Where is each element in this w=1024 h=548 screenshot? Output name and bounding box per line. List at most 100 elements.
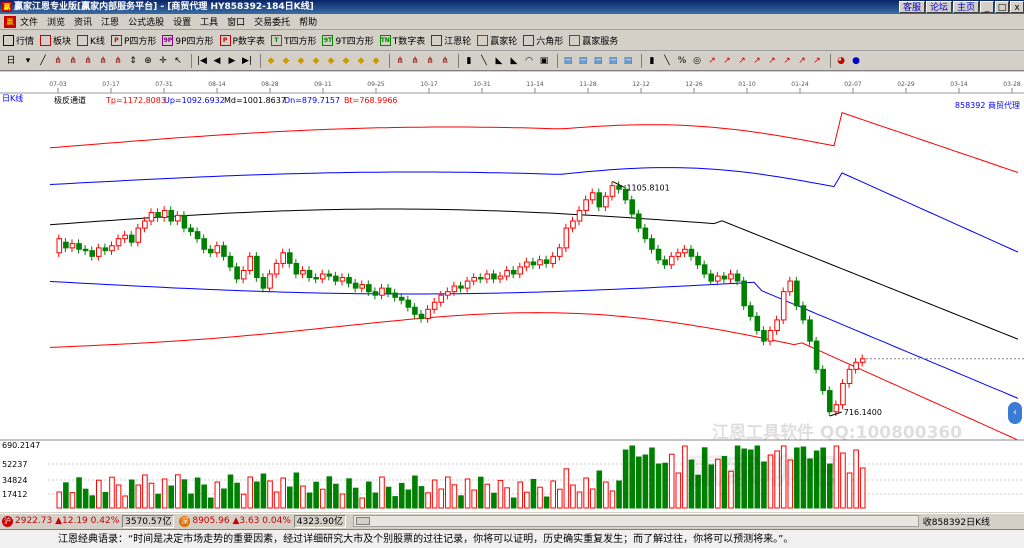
fork-icon[interactable]: ⋔ xyxy=(67,55,79,67)
toolbar-button-3[interactable]: P P四方形 xyxy=(110,34,156,47)
candle-body xyxy=(596,192,603,208)
pie-icon[interactable]: ◕ xyxy=(835,55,847,67)
volume-bar xyxy=(596,470,603,509)
chart-icon[interactable]: ▤ xyxy=(592,55,604,67)
menu-gann[interactable]: 江恩 xyxy=(101,15,119,28)
line-icon[interactable]: ╲ xyxy=(661,55,673,67)
fork-icon[interactable]: ⋔ xyxy=(394,55,406,67)
toolbar-button-7[interactable]: 9T 9T四方形 xyxy=(322,34,374,47)
prev-icon[interactable]: ◀ xyxy=(211,55,223,67)
trend-icon[interactable]: ↗ xyxy=(706,55,718,67)
arc-icon[interactable]: ◠ xyxy=(523,55,535,67)
period-selector[interactable]: 日 xyxy=(3,55,19,67)
menu-file[interactable]: 文件 xyxy=(20,15,38,28)
scroll-right-icon[interactable]: ‹ xyxy=(1008,402,1022,424)
volume-bar xyxy=(616,480,622,509)
fan-icon[interactable]: ◣ xyxy=(493,55,505,67)
toolbar-separator xyxy=(830,54,831,68)
diamond-icon[interactable]: ◆ xyxy=(325,55,337,67)
menu-browse[interactable]: 浏览 xyxy=(47,15,65,28)
last-icon[interactable]: ▶| xyxy=(241,55,253,67)
bar-icon[interactable]: ▮ xyxy=(463,55,475,67)
date-tick-label: 12-12 xyxy=(632,81,650,88)
toolbar-button-8[interactable]: TN T数字表 xyxy=(379,34,425,47)
candle-body xyxy=(668,255,675,266)
fork-icon[interactable]: ⋔ xyxy=(97,55,109,67)
cycle-icon[interactable]: ◎ xyxy=(691,55,703,67)
toolbar-button-0[interactable]: 行情 xyxy=(3,34,34,47)
toolbar-button-12[interactable]: 赢家服务 xyxy=(569,34,618,47)
cross-icon[interactable]: ✛ xyxy=(157,55,169,67)
trend-icon[interactable]: ↗ xyxy=(766,55,778,67)
maximize-button[interactable]: □ xyxy=(995,1,1009,13)
diamond-icon[interactable]: ◆ xyxy=(295,55,307,67)
fork-icon[interactable]: ⋔ xyxy=(112,55,124,67)
candle-body xyxy=(833,404,840,413)
percent-icon[interactable]: % xyxy=(676,55,688,67)
menu-trade[interactable]: 交易委托 xyxy=(254,15,290,28)
menu-formula-screen[interactable]: 公式选股 xyxy=(128,15,164,28)
toolbar-button-11[interactable]: 六角形 xyxy=(523,34,563,47)
cursor-icon[interactable]: ↖ xyxy=(172,55,184,67)
link-homepage[interactable]: 主页 xyxy=(952,1,979,13)
fork-icon[interactable]: ⋔ xyxy=(82,55,94,67)
chart-icon[interactable]: ▤ xyxy=(562,55,574,67)
fan-icon[interactable]: ◣ xyxy=(508,55,520,67)
fork-icon[interactable]: ⋔ xyxy=(52,55,64,67)
bar-icon[interactable]: ▮ xyxy=(646,55,658,67)
menu-settings[interactable]: 设置 xyxy=(173,15,191,28)
trend-icon[interactable]: ↗ xyxy=(721,55,733,67)
toolbar-button-2[interactable]: K线 xyxy=(77,34,105,47)
volume-bar xyxy=(142,474,148,509)
menu-window[interactable]: 窗口 xyxy=(227,15,245,28)
minimize-button[interactable]: _ xyxy=(980,1,994,13)
trend-icon[interactable]: ↗ xyxy=(751,55,763,67)
line-icon[interactable]: ╲ xyxy=(478,55,490,67)
toolbar-button-5[interactable]: P P数字表 xyxy=(219,34,265,47)
chart-icon[interactable]: ▤ xyxy=(577,55,589,67)
volume-bar xyxy=(148,482,155,509)
fork-icon[interactable]: ⋔ xyxy=(439,55,451,67)
diamond-icon[interactable]: ◆ xyxy=(280,55,292,67)
period-dropdown-icon[interactable]: ▾ xyxy=(22,55,34,67)
arrows-icon[interactable]: ⇕ xyxy=(127,55,139,67)
toolbar-button-1[interactable]: 板块 xyxy=(40,34,71,47)
candle-body xyxy=(234,266,240,280)
close-button[interactable]: x xyxy=(1010,1,1024,13)
horizontal-scrollbar[interactable] xyxy=(352,515,919,527)
trend-icon[interactable]: ↗ xyxy=(736,55,748,67)
chart-icon[interactable]: ▤ xyxy=(622,55,634,67)
volume-bar xyxy=(194,477,201,509)
diamond-icon[interactable]: ◆ xyxy=(370,55,382,67)
draw-line-icon[interactable]: ╱ xyxy=(37,55,49,67)
toolbar-button-10[interactable]: 赢家轮 xyxy=(477,34,517,47)
diamond-icon[interactable]: ◆ xyxy=(340,55,352,67)
candlestick-chart[interactable]: 07-03 07-17 07-31 08-14 08-28 09-11 09-25 10-17… xyxy=(0,72,1024,512)
toolbar-button-4[interactable]: 9P 9P四方形 xyxy=(162,34,214,47)
menu-info[interactable]: 资讯 xyxy=(74,15,92,28)
trend-icon[interactable]: ↗ xyxy=(811,55,823,67)
link-customer-service[interactable]: 客服 xyxy=(898,1,925,13)
link-forum[interactable]: 论坛 xyxy=(925,1,952,13)
toolbar-button-9[interactable]: 江恩轮 xyxy=(431,34,471,47)
menu-app-icon[interactable]: 赢 xyxy=(4,15,16,28)
fork-icon[interactable]: ⋔ xyxy=(424,55,436,67)
trend-icon[interactable]: ↗ xyxy=(781,55,793,67)
fork-icon[interactable]: ⋔ xyxy=(409,55,421,67)
diamond-icon[interactable]: ◆ xyxy=(355,55,367,67)
chart-icon[interactable]: ▤ xyxy=(607,55,619,67)
next-icon[interactable]: ▶ xyxy=(226,55,238,67)
volume-bar xyxy=(128,479,135,509)
toolbar-button-6[interactable]: T T四方形 xyxy=(270,34,316,47)
scrollbar-thumb[interactable] xyxy=(355,517,370,525)
diamond-icon[interactable]: ◆ xyxy=(310,55,322,67)
diamond-icon[interactable]: ◆ xyxy=(265,55,277,67)
zoom-icon[interactable]: ⊕ xyxy=(142,55,154,67)
menu-help[interactable]: 帮助 xyxy=(299,15,317,28)
box-icon[interactable]: ▣ xyxy=(538,55,550,67)
first-icon[interactable]: |◀ xyxy=(196,55,208,67)
trend-icon[interactable]: ↗ xyxy=(796,55,808,67)
color-icon[interactable]: ● xyxy=(850,55,862,67)
menu-tools[interactable]: 工具 xyxy=(200,15,218,28)
chart-area[interactable]: 07-03 07-17 07-31 08-14 08-28 09-11 09-25 10-17… xyxy=(0,72,1024,512)
